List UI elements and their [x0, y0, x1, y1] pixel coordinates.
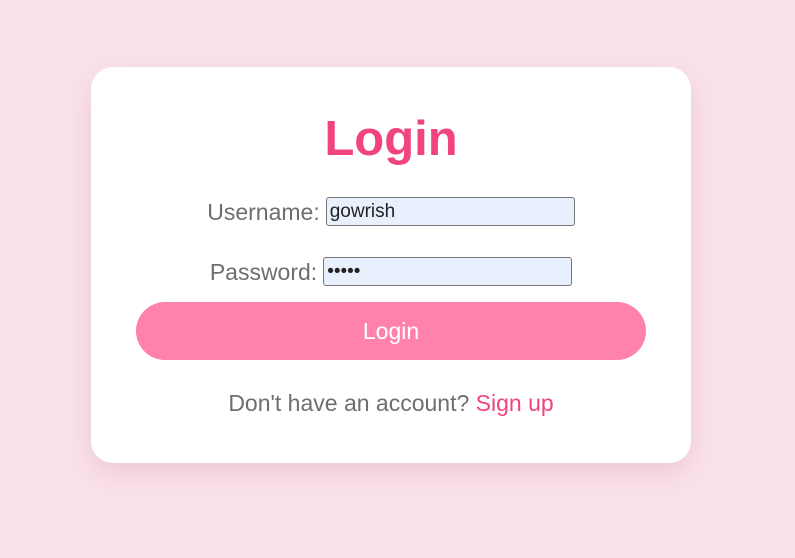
signup-row: Don't have an account? Sign up: [91, 389, 691, 417]
password-row: Password:: [91, 257, 691, 286]
signup-link[interactable]: Sign up: [476, 390, 554, 416]
password-label: Password:: [209, 258, 318, 285]
page-title: Login: [324, 112, 458, 166]
login-button[interactable]: Login: [136, 302, 646, 360]
password-input[interactable]: [323, 257, 573, 286]
username-label: Username:: [207, 198, 320, 225]
username-input[interactable]: [325, 197, 575, 226]
username-row: Username:: [91, 197, 691, 226]
signup-prompt: Don't have an account?: [228, 390, 470, 416]
login-card: Login Username: Password: Login Don't ha…: [91, 67, 691, 463]
